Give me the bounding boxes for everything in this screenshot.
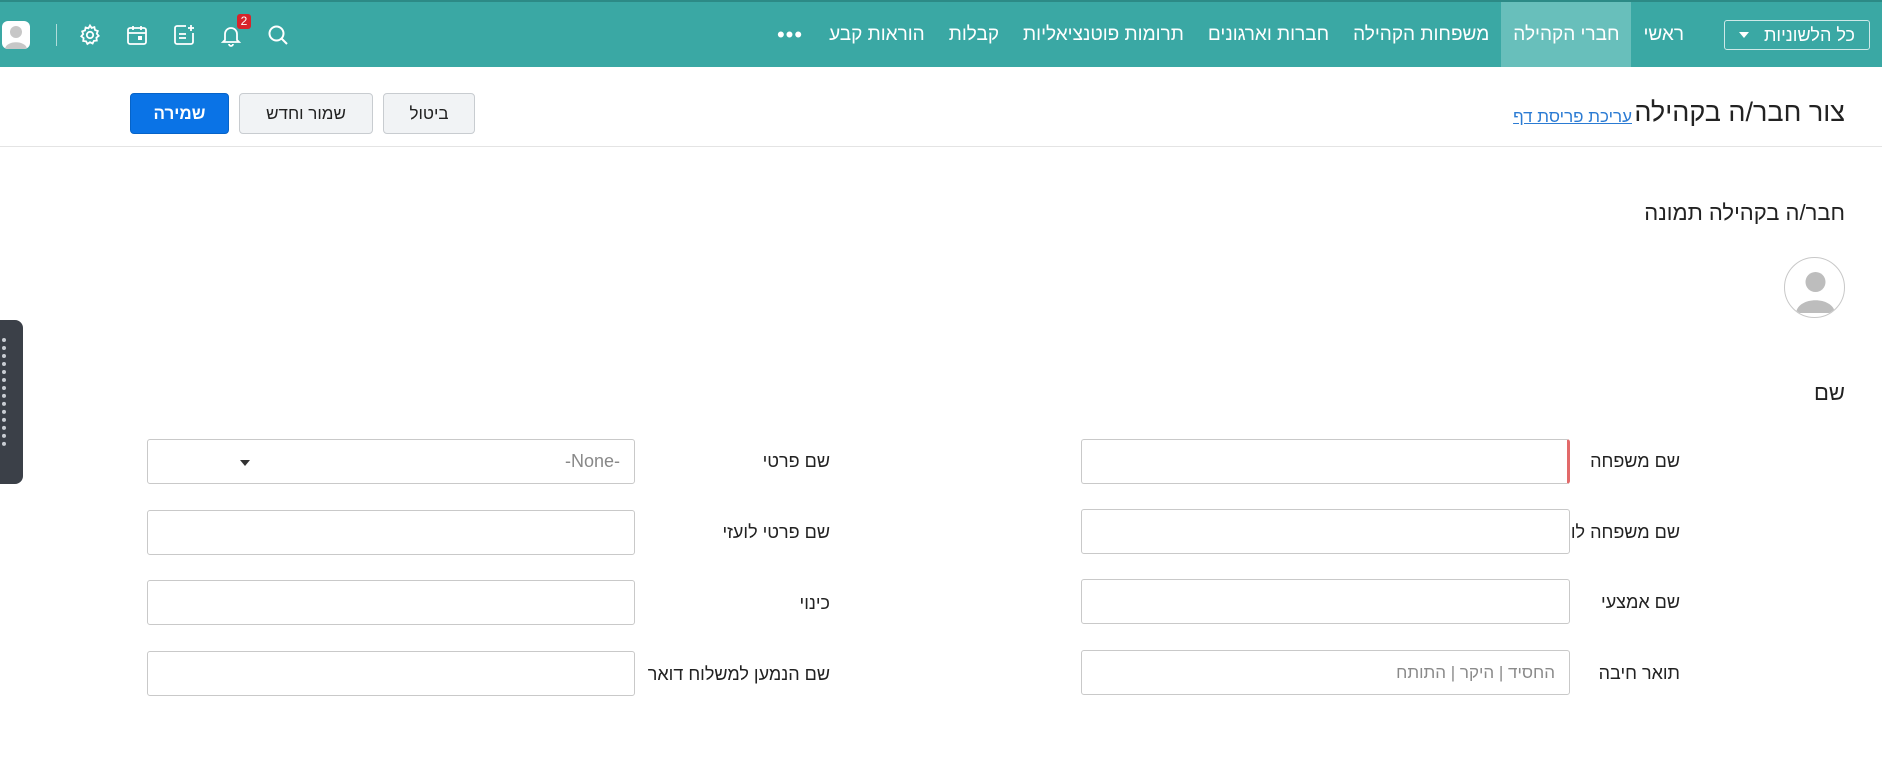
foreign-first-name-label: שם פרטי לועזי (722, 522, 830, 542)
foreign-first-name-field[interactable] (147, 510, 635, 555)
foreign-first-name-input[interactable] (162, 511, 620, 554)
first-name-select[interactable]: -None- (147, 439, 635, 484)
photo-section-title: חבר/ה בקהילה תמונה (1644, 200, 1845, 225)
top-navigation-bar: כל הלשוניות ראשי חברי הקהילה משפחות הקהי… (0, 0, 1882, 67)
last-name-input[interactable] (1096, 440, 1553, 483)
nav-tab-community-families[interactable]: משפחות הקהילה (1341, 2, 1501, 67)
calendar-icon[interactable] (123, 21, 151, 49)
main-nav: ראשי חברי הקהילה משפחות הקהילה חברות ואר… (763, 2, 1696, 67)
side-panel-tab[interactable] (0, 320, 23, 484)
toolbar-icons: 2 (0, 2, 292, 67)
mail-recipient-input[interactable] (162, 652, 620, 695)
nickname-input[interactable] (162, 581, 620, 624)
more-tabs-button[interactable]: ••• (763, 2, 817, 67)
foreign-last-name-input[interactable] (1096, 510, 1555, 553)
nav-tab-receipts[interactable]: קבלות (937, 2, 1011, 67)
nav-tab-community-members[interactable]: חברי הקהילה (1501, 2, 1632, 67)
all-tabs-dropdown[interactable]: כל הלשוניות (1724, 20, 1870, 50)
nickname-label: כינוי (799, 593, 830, 613)
grip-icon (2, 338, 7, 446)
nav-tab-companies[interactable]: חברות וארגונים (1196, 2, 1341, 67)
name-section-title: שם (1814, 380, 1845, 405)
bell-icon[interactable]: 2 (217, 13, 251, 49)
title-input[interactable] (1096, 651, 1555, 694)
middle-name-input[interactable] (1096, 580, 1555, 623)
caret-down-icon (240, 460, 250, 466)
title-field[interactable] (1081, 650, 1570, 695)
last-name-label: שם משפחה (1590, 451, 1680, 471)
save-button[interactable]: שמירה (130, 93, 229, 134)
notification-count-badge: 2 (237, 13, 251, 29)
mail-recipient-label: שם הנמען למשלוח דואר (647, 664, 830, 684)
first-name-label: שם פרטי (762, 451, 830, 471)
foreign-last-name-field[interactable] (1081, 509, 1570, 554)
all-tabs-dropdown-label: כל הלשוניות (1763, 24, 1855, 45)
toolbar-divider (56, 23, 57, 46)
mail-recipient-field[interactable] (147, 651, 635, 696)
save-and-new-button[interactable]: שמור וחדש (239, 93, 373, 134)
middle-name-label: שם אמצעי (1601, 592, 1680, 612)
page-header: צור חבר/ה בקהילה עריכת פריסת דף ביטול שמ… (0, 67, 1882, 147)
add-note-icon[interactable] (170, 21, 198, 49)
nav-tab-potential-donations[interactable]: תרומות פוטנציאליות (1011, 2, 1196, 67)
title-label: תואר חיבה (1598, 663, 1680, 683)
avatar-icon (1796, 272, 1835, 313)
avatar-icon[interactable] (2, 20, 30, 49)
nav-tab-home[interactable]: ראשי (1631, 2, 1696, 67)
last-name-field[interactable] (1081, 439, 1570, 484)
profile-photo-upload[interactable] (1784, 257, 1845, 318)
search-icon[interactable] (264, 21, 292, 49)
nav-tab-standing-orders[interactable]: הוראות קבע (817, 2, 937, 67)
edit-page-layout-link[interactable]: עריכת פריסת דף (1513, 107, 1632, 127)
chevron-down-icon (1739, 32, 1749, 38)
nickname-field[interactable] (147, 580, 635, 625)
page-title: צור חבר/ה בקהילה (1634, 97, 1845, 127)
first-name-selected-value: -None- (564, 451, 620, 471)
middle-name-field[interactable] (1081, 579, 1570, 624)
gear-icon[interactable] (76, 21, 104, 49)
cancel-button[interactable]: ביטול (383, 93, 475, 134)
